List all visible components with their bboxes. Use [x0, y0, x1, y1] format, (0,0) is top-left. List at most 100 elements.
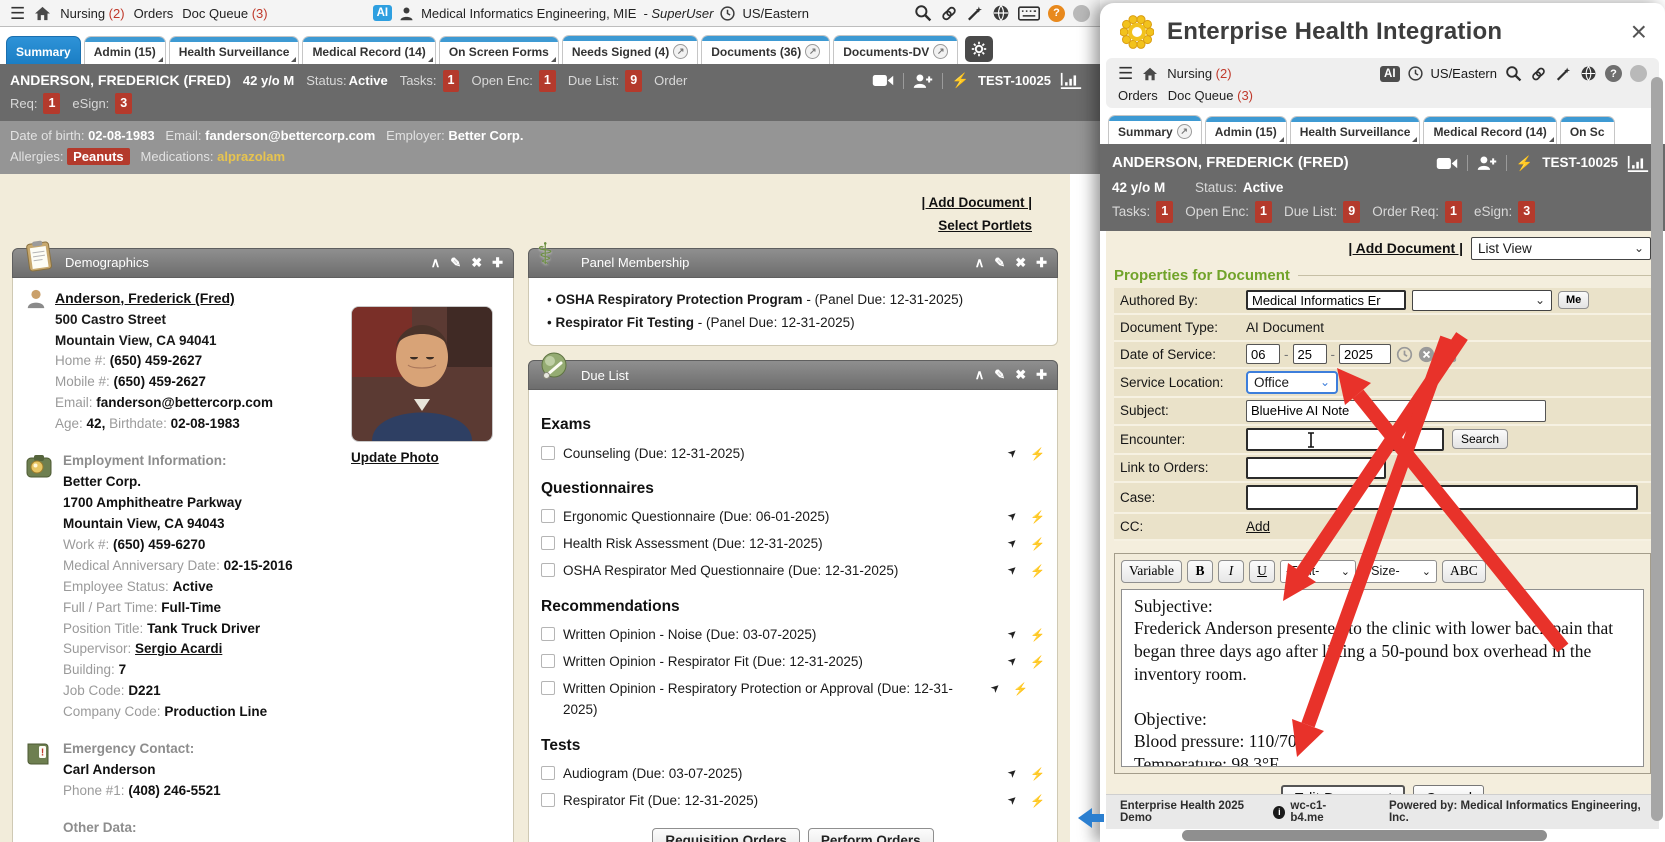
req-badge[interactable]: 1: [43, 93, 60, 114]
tab-health-surveillance[interactable]: Health Surveillance: [1290, 116, 1421, 144]
nav-orders[interactable]: Orders: [1118, 88, 1158, 103]
tab-admin[interactable]: Admin (15): [1205, 116, 1287, 144]
tasks-count-badge[interactable]: 1: [1156, 201, 1173, 223]
underline-button[interactable]: U: [1249, 560, 1275, 583]
collapse-icon[interactable]: ∧: [431, 255, 441, 271]
bold-button[interactable]: B: [1187, 560, 1213, 583]
authored-by-input[interactable]: [1246, 290, 1406, 310]
select-portlets-link[interactable]: Select Portlets: [938, 218, 1032, 233]
close-icon[interactable]: ✖: [1015, 255, 1026, 271]
allergy-badge[interactable]: Peanuts: [67, 148, 130, 165]
font-select[interactable]: -Font-⌄: [1280, 560, 1356, 583]
patient-name-link[interactable]: Anderson, Frederick (Fred): [55, 288, 235, 310]
popout-icon[interactable]: ↗: [933, 44, 948, 59]
send-icon[interactable]: ➤: [1004, 444, 1023, 464]
close-icon[interactable]: ✖: [471, 255, 482, 271]
close-panel-icon[interactable]: ×: [1631, 18, 1647, 46]
link-icon[interactable]: [940, 5, 958, 22]
search-icon[interactable]: [1505, 65, 1522, 82]
video-camera-icon[interactable]: [1436, 156, 1458, 171]
popout-icon[interactable]: ↗: [1177, 124, 1192, 139]
popout-icon[interactable]: ↗: [673, 44, 688, 59]
cc-add-link[interactable]: Add: [1246, 519, 1270, 534]
order-req-badge[interactable]: 1: [1445, 201, 1462, 223]
horizontal-scrollbar[interactable]: [1182, 830, 1547, 841]
lightning-icon[interactable]: ⚡: [1030, 653, 1045, 672]
nav-doc-queue[interactable]: Doc Queue (3): [1168, 88, 1253, 103]
menu-icon[interactable]: ☰: [1118, 65, 1133, 82]
video-camera-icon[interactable]: [872, 73, 894, 88]
ai-badge[interactable]: AI: [1380, 66, 1400, 82]
nav-orders[interactable]: Orders: [134, 6, 174, 21]
due-list-header[interactable]: Due List ∧ ✎ ✖ ✚: [528, 360, 1058, 390]
lightning-icon[interactable]: ⚡: [1030, 508, 1045, 527]
calendar-icon[interactable]: [1440, 346, 1457, 363]
patient-id[interactable]: TEST-10025: [978, 70, 1051, 92]
add-person-icon[interactable]: [913, 73, 933, 89]
demographics-header[interactable]: Demographics ∧ ✎ ✖ ✚: [12, 248, 514, 278]
chart-icon[interactable]: [1060, 72, 1082, 89]
add-person-icon[interactable]: [1477, 155, 1497, 171]
nav-doc-queue[interactable]: Doc Queue (3): [182, 6, 267, 21]
send-icon[interactable]: ➤: [987, 679, 1006, 699]
send-icon[interactable]: ➤: [1004, 626, 1023, 646]
tasks-count-badge[interactable]: 1: [443, 70, 460, 91]
lightning-icon[interactable]: ⚡: [1013, 680, 1028, 699]
due-list-badge[interactable]: 9: [625, 70, 642, 91]
ai-badge[interactable]: AI: [373, 5, 393, 21]
tab-medical-record[interactable]: Medical Record (14): [302, 36, 435, 64]
encounter-search-button[interactable]: Search: [1452, 429, 1508, 449]
collapse-icon[interactable]: ∧: [975, 367, 985, 383]
perform-orders-button[interactable]: Perform Orders: [808, 828, 934, 842]
lightning-icon[interactable]: ⚡: [1030, 792, 1045, 811]
dos-year-input[interactable]: [1339, 344, 1391, 364]
send-icon[interactable]: ➤: [1004, 508, 1023, 528]
tab-on-screen-forms[interactable]: On Sc: [1560, 116, 1615, 144]
move-icon[interactable]: ✚: [1036, 367, 1047, 383]
esign-badge[interactable]: 3: [115, 93, 132, 114]
globe-icon[interactable]: [992, 4, 1010, 22]
tab-summary[interactable]: Summary: [6, 36, 81, 64]
menu-icon[interactable]: ☰: [10, 5, 25, 22]
lightning-icon[interactable]: ⚡: [1030, 765, 1045, 784]
due-checkbox[interactable]: [541, 563, 555, 577]
due-checkbox[interactable]: [541, 627, 555, 641]
tab-admin[interactable]: Admin (15): [84, 36, 166, 64]
add-document-link[interactable]: | Add Document |: [1348, 240, 1463, 256]
wand-icon[interactable]: [966, 5, 984, 22]
move-icon[interactable]: ✚: [1036, 255, 1047, 271]
nav-nursing[interactable]: Nursing (2): [1167, 66, 1231, 81]
lightning-icon[interactable]: ⚡: [1030, 535, 1045, 554]
tab-on-screen-forms[interactable]: On Screen Forms: [439, 36, 559, 64]
supervisor-link[interactable]: Sergio Acardi: [135, 641, 222, 656]
encounter-input[interactable]: [1246, 428, 1444, 451]
spellcheck-button[interactable]: ABC: [1442, 560, 1486, 583]
tab-needs-signed[interactable]: Needs Signed (4)↗: [562, 35, 698, 64]
help-icon[interactable]: ?: [1048, 5, 1065, 22]
wand-icon[interactable]: [1555, 66, 1572, 82]
add-document-link[interactable]: | Add Document |: [921, 195, 1032, 210]
patient-id[interactable]: TEST-10025: [1542, 151, 1618, 175]
link-to-orders-input[interactable]: [1246, 457, 1386, 479]
me-button[interactable]: Me: [1558, 291, 1589, 309]
lightning-icon[interactable]: ⚡: [1030, 562, 1045, 581]
send-icon[interactable]: ➤: [1004, 791, 1023, 811]
time-icon[interactable]: [1396, 346, 1413, 363]
close-icon[interactable]: ✖: [1015, 367, 1026, 383]
popout-icon[interactable]: ↗: [805, 44, 820, 59]
send-icon[interactable]: ➤: [1004, 764, 1023, 784]
home-icon[interactable]: [34, 6, 51, 21]
service-location-select[interactable]: Office ⌄: [1246, 371, 1338, 394]
esign-badge[interactable]: 3: [1518, 201, 1535, 223]
open-enc-badge[interactable]: 1: [1255, 201, 1272, 223]
open-enc-badge[interactable]: 1: [539, 70, 556, 91]
send-icon[interactable]: ➤: [1004, 652, 1023, 672]
subject-input[interactable]: [1246, 400, 1546, 422]
italic-button[interactable]: I: [1218, 560, 1244, 583]
chart-icon[interactable]: [1627, 155, 1649, 172]
tab-documents[interactable]: Documents (36)↗: [701, 35, 830, 64]
lightning-icon[interactable]: ⚡: [1516, 151, 1533, 176]
move-icon[interactable]: ✚: [492, 255, 503, 271]
authored-by-select[interactable]: ⌄: [1412, 290, 1552, 311]
collapse-panel-arrow[interactable]: [1076, 806, 1106, 835]
